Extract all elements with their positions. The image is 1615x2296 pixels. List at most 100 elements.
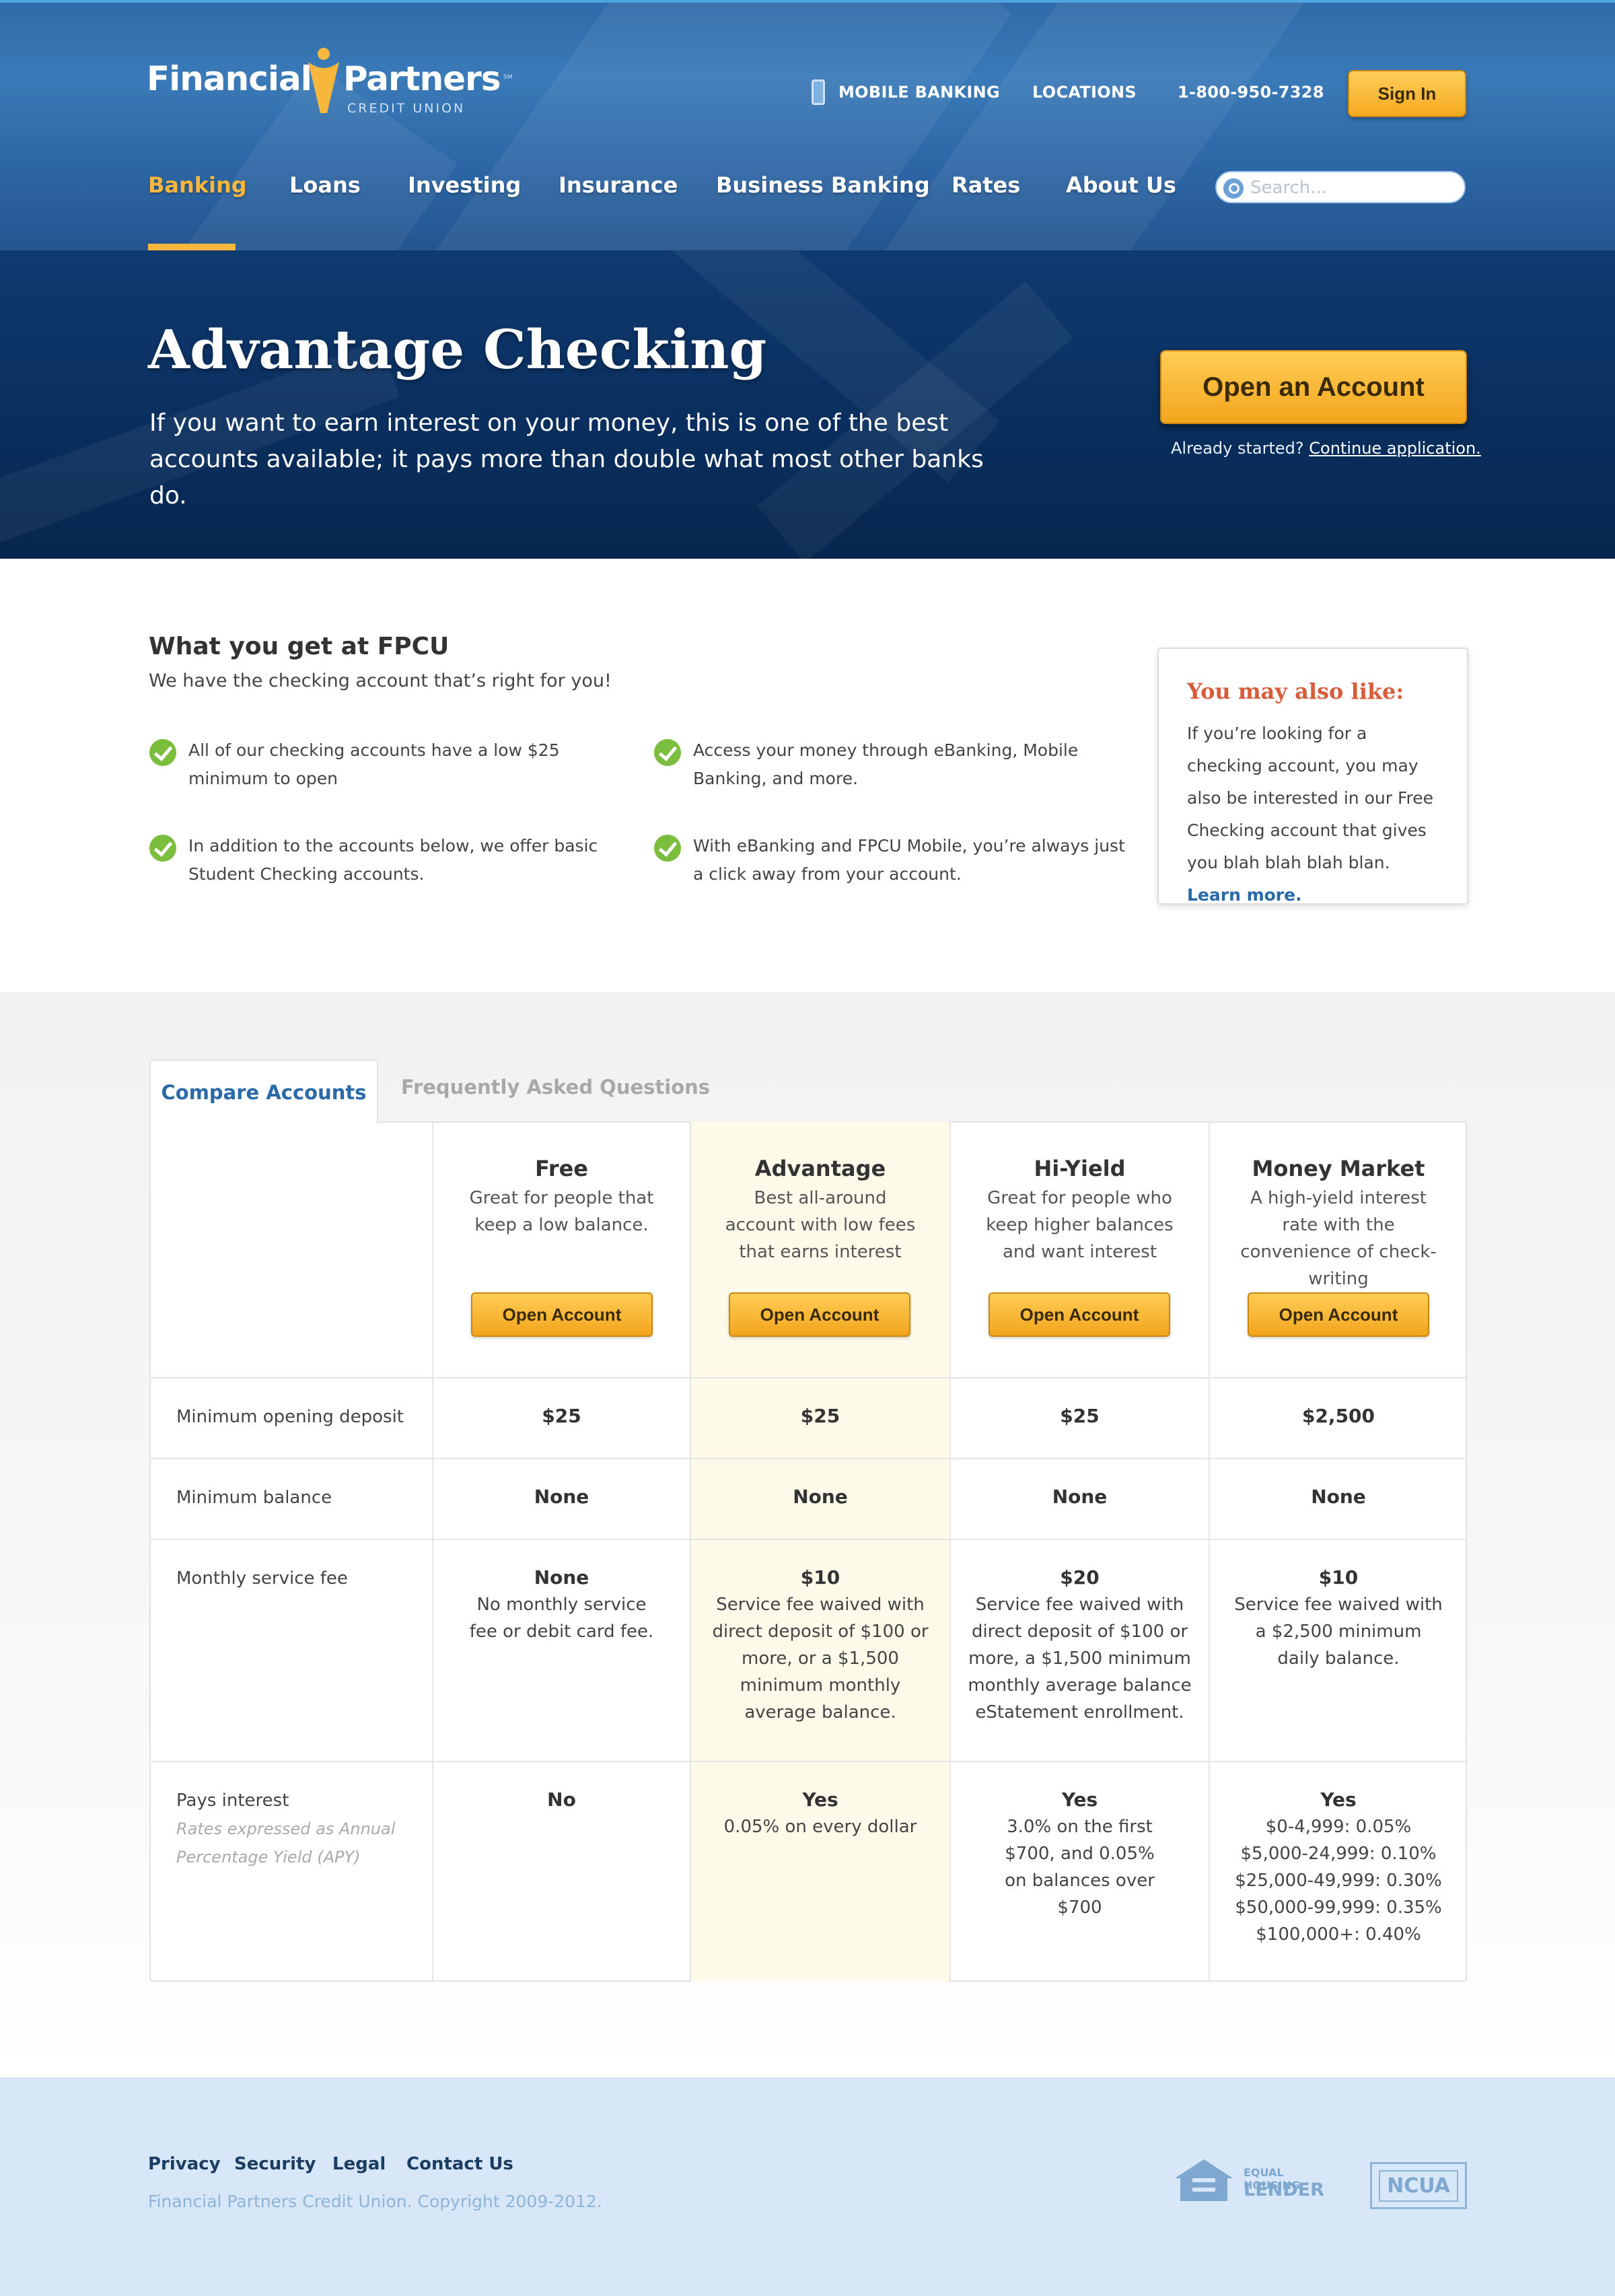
cell-note: 0.05% on every dollar bbox=[723, 1817, 917, 1837]
ncua-text: NCUA bbox=[1379, 2169, 1458, 2202]
cell-value: None bbox=[1311, 1486, 1366, 1508]
row-label-note: Rates expressed as Annual Percentage Yie… bbox=[176, 1819, 396, 1867]
cell-value: Yes bbox=[802, 1788, 838, 1811]
sign-in-button[interactable]: Sign In bbox=[1348, 70, 1466, 117]
locations-link[interactable]: LOCATIONS bbox=[1032, 83, 1137, 102]
table-cell: $25 bbox=[433, 1403, 690, 1430]
table-cell: $20 Service fee waived with direct depos… bbox=[951, 1564, 1209, 1726]
open-account-button-free[interactable]: Open Account bbox=[471, 1292, 653, 1337]
cell-note: Service fee waived with direct deposit o… bbox=[968, 1595, 1192, 1723]
account-description: Great for people that keep a low balance… bbox=[469, 1188, 654, 1235]
ncua-logo: NCUA bbox=[1370, 2162, 1467, 2209]
site-header bbox=[0, 0, 1615, 250]
nav-loans[interactable]: Loans bbox=[289, 172, 361, 198]
brand-logo[interactable]: Financial Partners SM CREDIT UNION bbox=[147, 47, 524, 121]
table-cell: Yes 0.05% on every dollar bbox=[691, 1786, 949, 1840]
rate-tier: $0-4,999: 0.05% bbox=[1265, 1817, 1412, 1837]
page-title: Advantage Checking bbox=[148, 318, 767, 381]
cell-value: No bbox=[547, 1788, 576, 1811]
open-account-button-money-market[interactable]: Open Account bbox=[1248, 1292, 1429, 1337]
table-cell: None bbox=[691, 1484, 949, 1511]
nav-business-banking[interactable]: Business Banking bbox=[716, 172, 930, 198]
checkmark-icon bbox=[149, 835, 176, 862]
intro-title: What you get at FPCU bbox=[149, 633, 450, 660]
account-column-free: Free Great for people that keep a low ba… bbox=[433, 1154, 690, 1356]
table-cell: $2,500 bbox=[1210, 1403, 1467, 1430]
feature-item: With eBanking and FPCU Mobile, you’re al… bbox=[654, 832, 1125, 889]
cell-note: Service fee waived with a $2,500 minimum… bbox=[1234, 1595, 1443, 1669]
table-cell: None bbox=[951, 1484, 1209, 1511]
checkmark-icon bbox=[149, 739, 176, 766]
nav-investing[interactable]: Investing bbox=[408, 172, 521, 198]
cell-value: $10 bbox=[800, 1566, 840, 1589]
cell-value: None bbox=[534, 1566, 589, 1589]
footer-link-legal[interactable]: Legal bbox=[332, 2154, 386, 2174]
nav-rates[interactable]: Rates bbox=[952, 172, 1020, 198]
row-label-min-balance: Minimum balance bbox=[176, 1488, 332, 1508]
cell-value: None bbox=[1052, 1486, 1108, 1508]
phone-number-link[interactable]: 1-800-950-7328 bbox=[1178, 83, 1324, 102]
brand-name-part1: Financial bbox=[147, 59, 312, 98]
row-label-text: Pays interest bbox=[176, 1790, 289, 1811]
account-description: A high-yield interest rate with the conv… bbox=[1240, 1188, 1437, 1289]
continue-application-link[interactable]: Continue application. bbox=[1309, 439, 1481, 458]
row-divider bbox=[149, 1539, 1467, 1540]
tab-faq[interactable]: Frequently Asked Questions bbox=[401, 1076, 710, 1099]
open-account-button-advantage[interactable]: Open Account bbox=[729, 1292, 910, 1337]
cell-value: $10 bbox=[1318, 1566, 1359, 1589]
search-box[interactable] bbox=[1215, 171, 1466, 203]
row-label-min-deposit: Minimum opening deposit bbox=[176, 1407, 404, 1427]
footer-link-contact-us[interactable]: Contact Us bbox=[406, 2154, 513, 2174]
table-cell: $10 Service fee waived with a $2,500 min… bbox=[1210, 1564, 1467, 1672]
footer-link-security[interactable]: Security bbox=[234, 2154, 316, 2174]
account-column-hi-yield: Hi-Yield Great for people who keep highe… bbox=[951, 1154, 1209, 1356]
nav-about-us[interactable]: About Us bbox=[1066, 172, 1176, 198]
account-name: Free bbox=[535, 1156, 588, 1181]
row-divider bbox=[149, 1458, 1467, 1459]
brand-subtitle: CREDIT UNION bbox=[347, 101, 466, 116]
search-input[interactable] bbox=[1250, 176, 1452, 199]
promo-text: If you’re looking for a checking account… bbox=[1187, 724, 1433, 872]
table-cell: None bbox=[1210, 1484, 1467, 1511]
promo-card: You may also like: If you’re looking for… bbox=[1157, 648, 1468, 905]
nav-insurance[interactable]: Insurance bbox=[559, 172, 678, 198]
account-column-money-market: Money Market A high-yield interest rate … bbox=[1210, 1154, 1467, 1356]
open-account-button-hi-yield[interactable]: Open Account bbox=[989, 1292, 1170, 1337]
account-name: Advantage bbox=[754, 1156, 886, 1181]
hero-banner: Advantage Checking If you want to earn i… bbox=[0, 250, 1615, 559]
cell-note: 3.0% on the first $700, and 0.05% on bal… bbox=[1005, 1817, 1155, 1918]
cell-note: No monthly service fee or debit card fee… bbox=[469, 1595, 654, 1642]
table-cell: None bbox=[433, 1484, 690, 1511]
ehl-line2: LENDER bbox=[1244, 2180, 1324, 2200]
feature-item: Access your money through eBanking, Mobi… bbox=[654, 736, 1125, 793]
account-name: Money Market bbox=[1252, 1156, 1425, 1181]
mobile-banking-link[interactable]: MOBILE BANKING bbox=[838, 83, 1000, 102]
footer-link-privacy[interactable]: Privacy bbox=[148, 2154, 221, 2174]
cell-value: None bbox=[793, 1486, 848, 1508]
table-cell: No bbox=[433, 1786, 690, 1813]
table-cell: None No monthly service fee or debit car… bbox=[433, 1564, 690, 1645]
cell-value: $25 bbox=[1060, 1405, 1100, 1427]
service-mark: SM bbox=[503, 74, 513, 81]
learn-more-link[interactable]: Learn more. bbox=[1187, 885, 1302, 905]
table-cell: Yes 3.0% on the first $700, and 0.05% on… bbox=[951, 1786, 1209, 1921]
copyright-text: Financial Partners Credit Union. Copyrig… bbox=[148, 2192, 602, 2211]
checkmark-icon bbox=[654, 739, 681, 766]
rate-tier: $25,000-49,999: 0.30% bbox=[1235, 1871, 1442, 1891]
cell-value: $25 bbox=[800, 1405, 840, 1427]
rate-tier: $5,000-24,999: 0.10% bbox=[1240, 1844, 1437, 1864]
cell-value: $2,500 bbox=[1301, 1405, 1375, 1427]
brand-name-part2: Partners bbox=[343, 59, 501, 98]
account-name: Hi-Yield bbox=[1034, 1156, 1126, 1181]
open-an-account-button[interactable]: Open an Account bbox=[1160, 350, 1467, 424]
tab-compare-accounts[interactable]: Compare Accounts bbox=[149, 1059, 378, 1124]
account-column-advantage: Advantage Best all-around account with l… bbox=[691, 1154, 949, 1356]
table-cell: $25 bbox=[691, 1403, 949, 1430]
hero-subtitle: If you want to earn interest on your mon… bbox=[149, 409, 984, 510]
nav-banking[interactable]: Banking bbox=[148, 172, 247, 198]
table-cell: $10 Service fee waived with direct depos… bbox=[691, 1564, 949, 1726]
search-icon[interactable] bbox=[1223, 178, 1244, 199]
cell-value: Yes bbox=[1061, 1788, 1098, 1811]
feature-item: In addition to the accounts below, we of… bbox=[149, 832, 620, 889]
intro-subtitle: We have the checking account that’s righ… bbox=[149, 670, 612, 691]
